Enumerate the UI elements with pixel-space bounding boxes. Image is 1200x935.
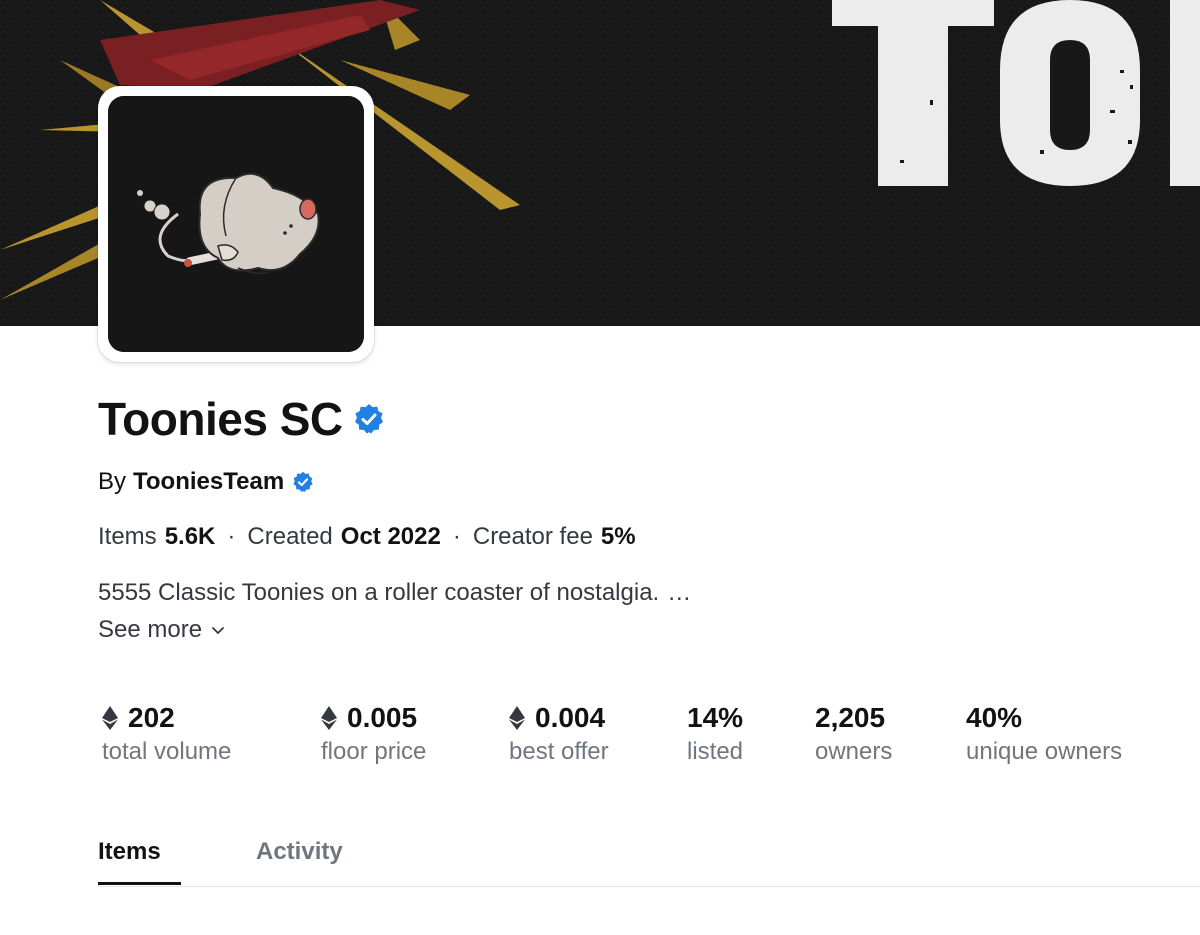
- collection-avatar-frame: [98, 86, 374, 362]
- stat-label: owners: [815, 738, 893, 765]
- collection-title: Toonies SC: [98, 393, 343, 445]
- stat-floor-price[interactable]: 0.005 floor price: [321, 700, 426, 766]
- description-text: 5555 Classic Toonies on a roller coaster…: [98, 579, 660, 606]
- items-label: Items: [98, 523, 157, 550]
- creator-fee-value: 5%: [600, 523, 636, 550]
- see-more-label: See more: [98, 616, 203, 643]
- items-value: 5.6K: [164, 523, 216, 550]
- collection-avatar: [108, 96, 364, 352]
- stat-label: best offer: [509, 738, 609, 765]
- stat-best-offer[interactable]: 0.004 best offer: [509, 700, 609, 766]
- ethereum-icon: [509, 706, 525, 730]
- stat-value: 40%: [966, 702, 1023, 733]
- ethereum-icon: [102, 706, 118, 730]
- meta-separator: ·: [227, 523, 236, 550]
- stat-value: 0.005: [347, 702, 418, 733]
- stat-value: 202: [128, 702, 175, 733]
- stat-total-volume[interactable]: 202 total volume: [102, 700, 231, 766]
- creator-row: By TooniesTeam: [98, 468, 314, 496]
- active-tab-indicator: [98, 882, 181, 885]
- verified-badge-icon: [354, 404, 383, 434]
- stat-owners[interactable]: 2,205 owners: [815, 700, 892, 766]
- chevron-down-icon: [212, 627, 224, 634]
- collection-description: 5555 Classic Toonies on a roller coaster…: [98, 579, 691, 607]
- creator-verified-badge-icon: [293, 471, 313, 493]
- stat-value: 0.004: [535, 702, 606, 733]
- created-value: Oct 2022: [340, 523, 441, 550]
- stat-label: listed: [687, 738, 744, 765]
- ethereum-icon: [321, 706, 337, 730]
- tab-activity[interactable]: Activity: [256, 838, 343, 866]
- creator-link[interactable]: TooniesTeam: [133, 468, 284, 496]
- stat-listed[interactable]: 14% listed: [687, 700, 743, 766]
- created-label: Created: [247, 523, 333, 550]
- creator-prefix: By: [98, 468, 127, 495]
- creator-fee-label: Creator fee: [472, 523, 593, 550]
- stat-label: total volume: [102, 738, 232, 765]
- tabs-divider: [98, 886, 1200, 887]
- stat-unique-owners[interactable]: 40% unique owners: [966, 700, 1122, 766]
- see-more-button[interactable]: See more: [98, 616, 226, 644]
- stat-value: 14%: [687, 702, 744, 733]
- stat-label: floor price: [321, 738, 427, 765]
- collection-title-row: Toonies SC: [98, 392, 385, 446]
- avatar-illustration: [108, 96, 364, 352]
- stat-value: 2,205: [815, 702, 886, 733]
- collection-tabs: Items Activity: [0, 830, 1200, 887]
- description-ellipsis: …: [667, 579, 692, 606]
- meta-separator: ·: [452, 523, 461, 550]
- collection-meta: Items 5.6K · Created Oct 2022 · Creator …: [98, 523, 636, 551]
- stat-label: unique owners: [966, 738, 1123, 765]
- tab-items[interactable]: Items: [98, 838, 161, 866]
